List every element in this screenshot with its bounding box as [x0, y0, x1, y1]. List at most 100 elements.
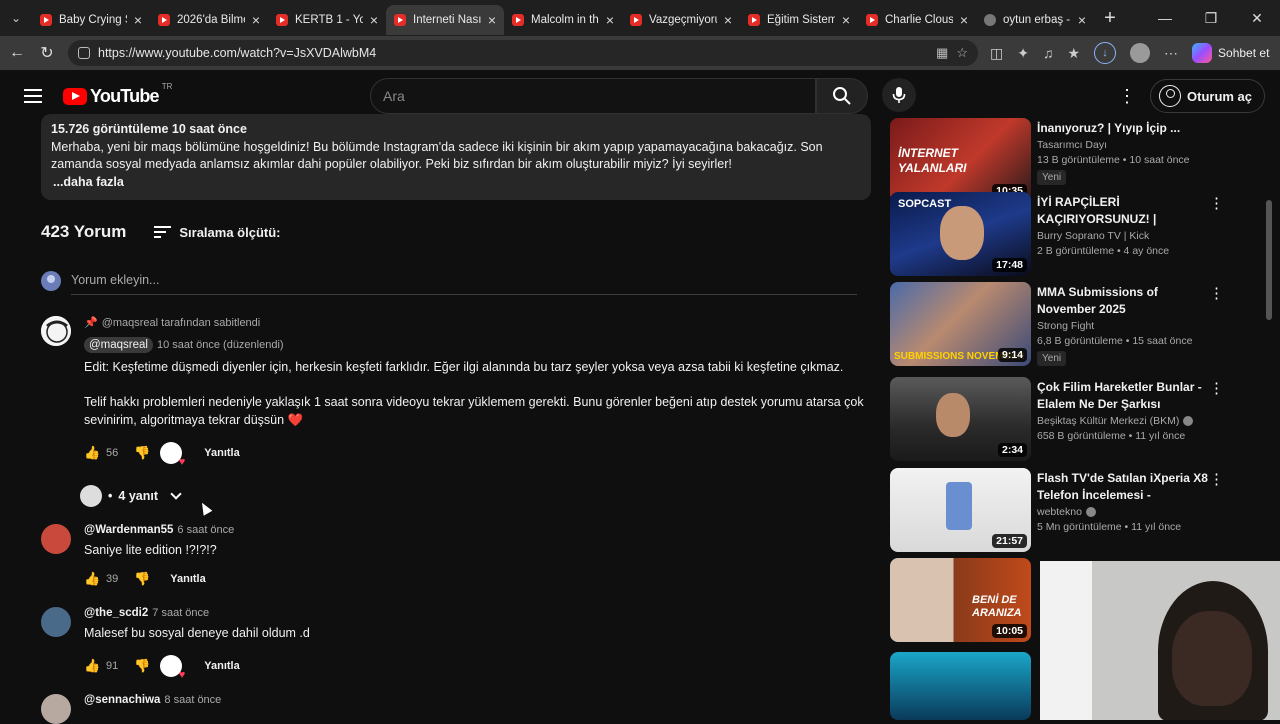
url-field[interactable]: https://www.youtube.com/watch?v=JsXVDAlw…	[68, 40, 978, 66]
signin-button[interactable]: Oturum aç	[1150, 79, 1266, 113]
new-tab-button[interactable]: +	[1094, 7, 1126, 30]
dislike-icon[interactable]: 👎	[134, 446, 150, 460]
video-thumbnail[interactable]: SOPCAST 17:48	[890, 192, 1031, 276]
favorite-star-icon[interactable]: ☆	[956, 45, 968, 61]
related-video-item[interactable]: 21:57 Flash TV'de Satılan iXperia X8 Tel…	[890, 468, 1230, 552]
reload-icon[interactable]: ↻	[32, 38, 62, 68]
channel-name[interactable]: Burry Soprano TV | Kick	[1037, 230, 1209, 242]
browser-tab[interactable]: Malcolm in the M ×	[504, 5, 622, 35]
like-icon[interactable]: 👍	[84, 659, 100, 673]
video-thumbnail[interactable]: İNTERNET YALANLARI 10:35	[890, 118, 1031, 202]
tab-search-icon[interactable]: ⌄	[0, 0, 32, 36]
comment-time[interactable]: 7 saat önce	[152, 607, 209, 619]
maximize-icon[interactable]: ❐	[1188, 0, 1234, 36]
channel-name[interactable]: Strong Fight	[1037, 320, 1209, 332]
close-icon[interactable]: ×	[488, 12, 496, 28]
menu-icon[interactable]	[24, 89, 42, 103]
close-icon[interactable]: ×	[842, 12, 850, 28]
media-icon[interactable]: ♫	[1043, 45, 1054, 61]
copilot-button[interactable]: Sohbet et	[1192, 43, 1269, 63]
channel-name[interactable]: webtekno	[1037, 506, 1082, 518]
add-comment-input[interactable]: Yorum ekleyin...	[71, 266, 857, 295]
show-more-link[interactable]: ...daha fazla	[53, 174, 861, 192]
video-description[interactable]: 15.726 görüntüleme 10 saat önce Merhaba,…	[41, 114, 871, 200]
reply-button[interactable]: Yanıtla	[204, 660, 239, 672]
more-menu-icon[interactable]: ⋯	[1164, 45, 1178, 62]
back-arrow-icon[interactable]: ←	[2, 38, 32, 68]
comment-author[interactable]: @sennachiwa	[84, 694, 160, 706]
browser-tab-active[interactable]: İnterneti Nasıl K ×	[386, 5, 504, 35]
voice-search-button[interactable]	[882, 78, 916, 112]
video-thumbnail[interactable]	[890, 652, 1031, 720]
like-icon[interactable]: 👍	[84, 446, 100, 460]
video-title[interactable]: MMA Submissions of November 2025	[1037, 284, 1209, 318]
channel-name[interactable]: Beşiktaş Kültür Merkezi (BKM)	[1037, 415, 1179, 427]
video-menu-icon[interactable]: ⋮	[1209, 194, 1224, 212]
close-icon[interactable]: ×	[606, 12, 614, 28]
sort-button[interactable]: Sıralama ölçütü:	[154, 225, 281, 240]
settings-more-icon[interactable]: ⋮	[1118, 86, 1136, 107]
browser-tab[interactable]: KERTB 1 - YouTu ×	[268, 5, 386, 35]
video-thumbnail[interactable]: BENİ DE ARANIZA 10:05	[890, 558, 1031, 642]
show-replies-button[interactable]: • 4 yanıt	[80, 485, 182, 507]
video-title[interactable]: Flash TV'de Satılan iXperia X8 Telefon İ…	[1037, 470, 1209, 504]
video-thumbnail[interactable]: 2:34	[890, 377, 1031, 461]
download-icon[interactable]: ↓	[1094, 42, 1117, 64]
comment-author[interactable]: @Wardenman55	[84, 524, 173, 536]
related-video-item[interactable]: SUBMISSIONS NOVEMBER 9:14 MMA Submission…	[890, 282, 1230, 366]
channel-name[interactable]: Tasarımcı Dayı	[1037, 139, 1209, 151]
comment-author[interactable]: @maqsreal	[84, 337, 153, 353]
search-input[interactable]	[383, 88, 815, 104]
like-icon[interactable]: 👍	[84, 572, 100, 586]
comment-time[interactable]: 8 saat önce	[164, 694, 221, 706]
video-thumbnail[interactable]: SUBMISSIONS NOVEMBER 9:14	[890, 282, 1031, 366]
video-title[interactable]: İYİ RAPÇİLERİ KAÇIRIYORSUNUZ! | SOPCAST.…	[1037, 194, 1209, 228]
video-menu-icon[interactable]: ⋮	[1209, 470, 1224, 488]
close-icon[interactable]: ×	[724, 12, 732, 28]
video-title[interactable]: Çok Filim Hareketler Bunlar - Elalem Ne …	[1037, 379, 1209, 413]
dislike-icon[interactable]: 👎	[134, 659, 150, 673]
related-video-item[interactable]: İNTERNET YALANLARI 10:35 İnanıyoruz? | Y…	[890, 118, 1230, 202]
close-icon[interactable]: ×	[1078, 12, 1086, 28]
close-window-icon[interactable]: ✕	[1234, 0, 1280, 36]
browser-tab[interactable]: Baby Crying Sou ×	[32, 5, 150, 35]
commenter-avatar[interactable]	[41, 524, 71, 554]
browser-tab[interactable]: 2026'da Bilmen ×	[150, 5, 268, 35]
comment-time[interactable]: 6 saat önce	[177, 524, 234, 536]
browser-tab[interactable]: Eğitim Sistemi N ×	[740, 5, 858, 35]
browser-tab[interactable]: oytun erbaş - G ×	[976, 5, 1094, 35]
video-info: İnanıyoruz? | Yıyıp İçip ... Tasarımcı D…	[1037, 120, 1209, 185]
dislike-icon[interactable]: 👎	[134, 572, 150, 586]
comment-author[interactable]: @the_scdi2	[84, 607, 148, 619]
collections-icon[interactable]: ★	[1067, 45, 1080, 62]
puzzle-icon[interactable]: ✦	[1017, 45, 1029, 62]
close-icon[interactable]: ×	[370, 12, 378, 28]
youtube-logo[interactable]: YouTube TR	[63, 82, 172, 107]
close-icon[interactable]: ×	[134, 12, 142, 28]
related-video-item[interactable]: 2:34 Çok Filim Hareketler Bunlar - Elale…	[890, 377, 1230, 461]
commenter-avatar[interactable]	[41, 607, 71, 637]
browser-tab[interactable]: Vazgeçmiyorum ×	[622, 5, 740, 35]
search-box[interactable]	[370, 78, 816, 114]
reply-button[interactable]: Yanıtla	[170, 573, 205, 585]
search-button[interactable]	[816, 78, 868, 114]
extension-icon[interactable]: ◫	[990, 45, 1003, 62]
video-meta: 2 B görüntüleme • 4 ay önce	[1037, 245, 1170, 257]
browser-tab[interactable]: Charlie Clouser ×	[858, 5, 976, 35]
commenter-avatar[interactable]	[41, 316, 71, 346]
video-title[interactable]: İnanıyoruz? | Yıyıp İçip ...	[1037, 120, 1209, 137]
related-video-item[interactable]: SOPCAST 17:48 İYİ RAPÇİLERİ KAÇIRIYORSUN…	[890, 192, 1230, 276]
video-menu-icon[interactable]: ⋮	[1209, 379, 1224, 397]
sidebar-scrollbar[interactable]	[1266, 200, 1272, 320]
profile-avatar[interactable]	[1130, 43, 1151, 63]
video-meta: 6,8 B görüntüleme • 15 saat önce	[1037, 335, 1193, 347]
comment-time[interactable]: 10 saat önce (düzenlendi)	[157, 339, 284, 351]
site-info-icon[interactable]	[78, 47, 90, 59]
video-menu-icon[interactable]: ⋮	[1209, 284, 1224, 302]
video-thumbnail[interactable]: 21:57	[890, 468, 1031, 552]
minimize-icon[interactable]: —	[1142, 0, 1188, 36]
close-icon[interactable]: ×	[252, 12, 260, 28]
close-icon[interactable]: ×	[960, 12, 968, 28]
reply-button[interactable]: Yanıtla	[204, 447, 239, 459]
app-available-icon[interactable]: ▦	[936, 45, 948, 61]
